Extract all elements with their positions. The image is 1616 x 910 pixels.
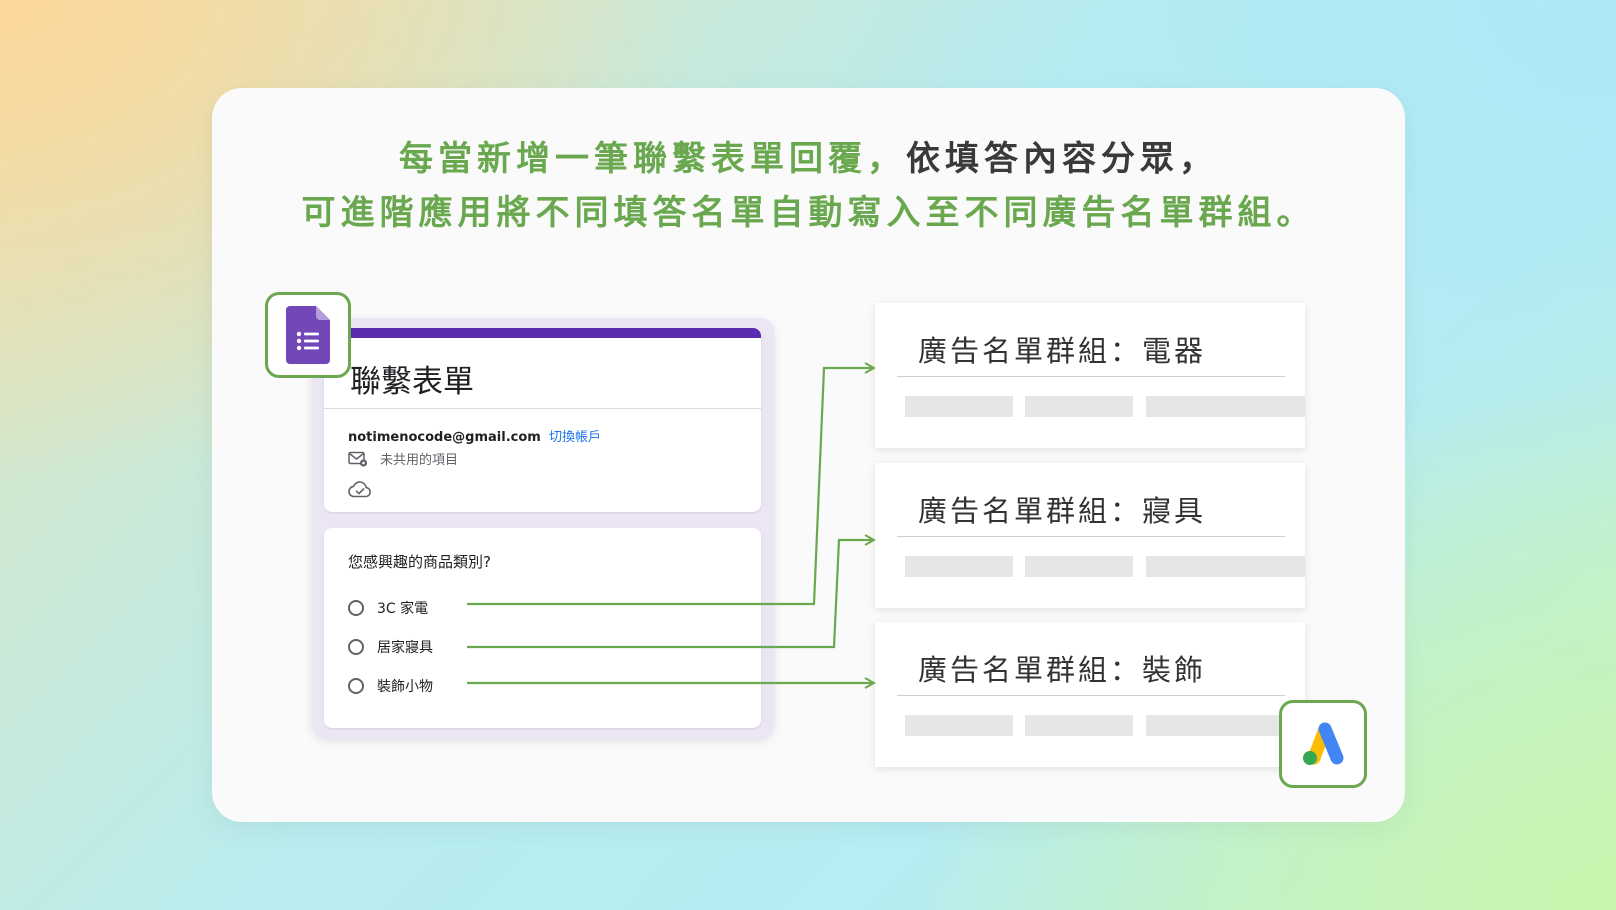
- connector-arrows: [467, 0, 1616, 910]
- arrow-bedding: [467, 540, 874, 649]
- arrow-appliances: [467, 368, 874, 606]
- google-ads-badge: [1279, 700, 1367, 788]
- google-ads-icon: [1303, 722, 1344, 765]
